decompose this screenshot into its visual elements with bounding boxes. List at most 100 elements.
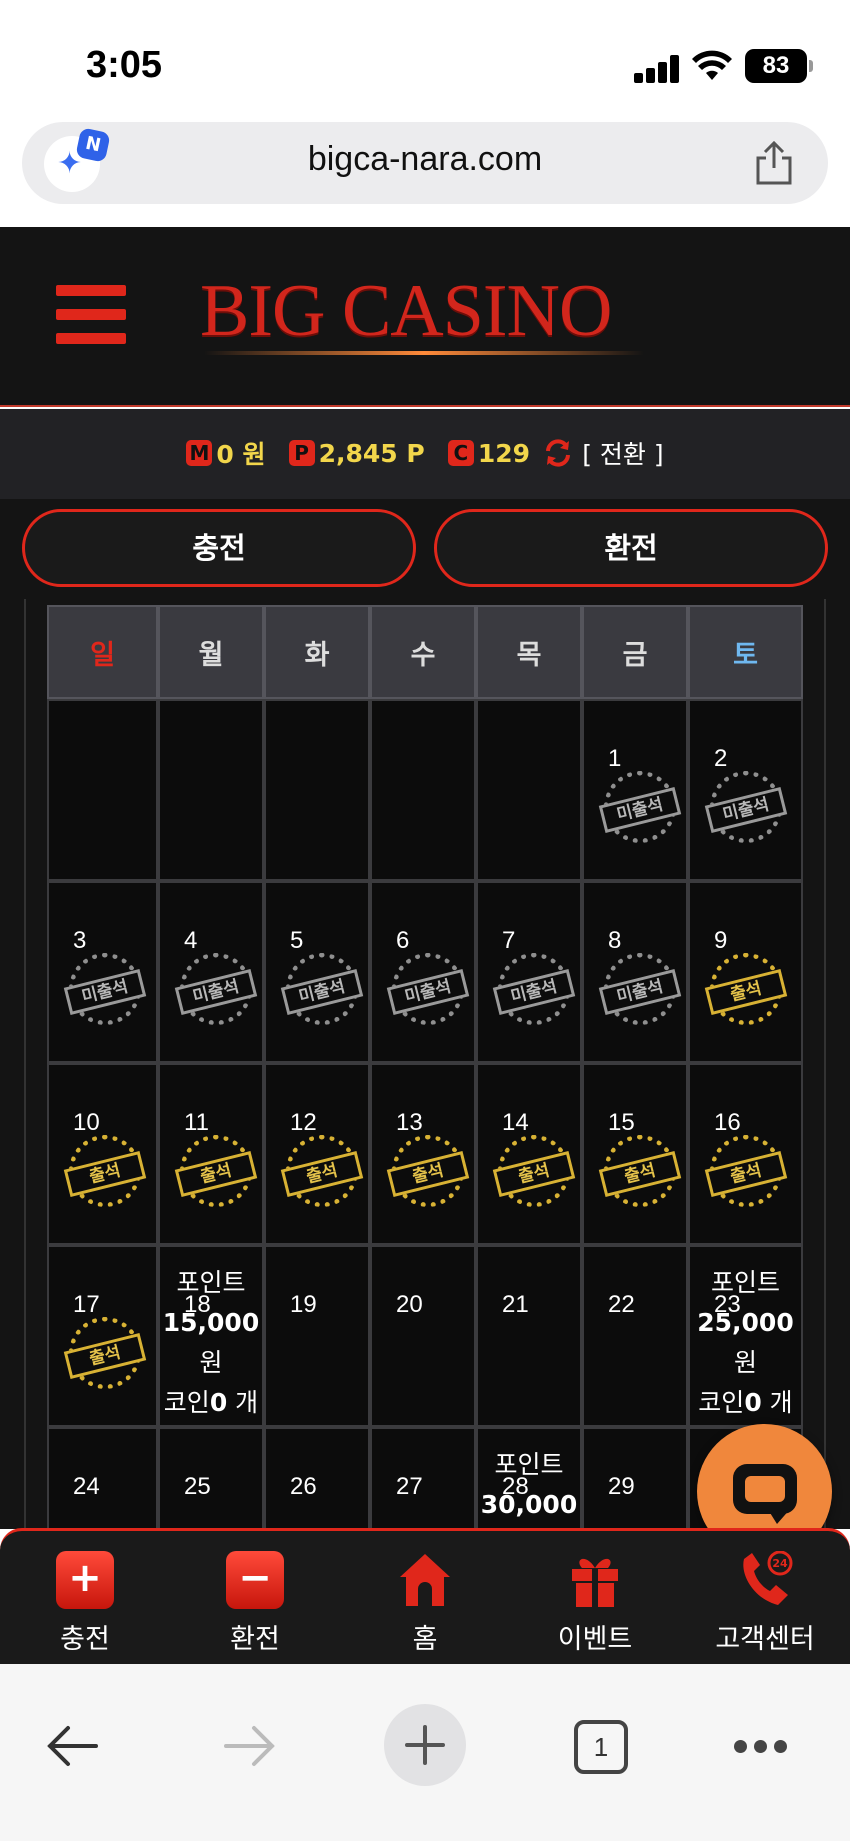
calendar-day-cell[interactable]: 11 출석 [158,1063,264,1245]
calendar-day-cell[interactable]: 16 출석 [688,1063,803,1245]
reward-point-amount: 15,000 [162,1308,260,1337]
status-time: 3:05 [86,44,163,86]
calendar-day-cell[interactable]: 7 미출석 [476,881,582,1063]
day-number: 20 [396,1291,423,1318]
stamp-label: 출석 [63,1150,147,1198]
site-header: BIG CASINO [0,227,850,407]
weekday-header: 화 [264,605,370,699]
attended-stamp-icon: 출석 [492,1135,576,1207]
stamp-label: 출석 [386,1150,470,1198]
day-number: 5 [290,927,304,954]
attendance-calendar-area: 일월화수목금토 1 미출석 2 미출석 3 미출석 4 미출석 5 미출석 6 미출석 7 미출석 8 미출석… [0,599,850,1609]
stamp-label: 출석 [704,1150,788,1198]
reward-coin-label: 코인 [698,1388,745,1417]
browser-toolbar: 1 [0,1664,850,1841]
reward-coin-line: 코인0 개 [690,1383,801,1423]
calendar-day-cell [47,699,158,881]
calendar-day-cell[interactable]: 12 출석 [264,1063,370,1245]
balance-bar: M0 원 P 2,845 P C 129 [ 전환 ] [0,409,850,499]
day-number: 7 [502,927,516,954]
nav-charge[interactable]: + 충전 [0,1531,170,1667]
day-number: 29 [608,1473,635,1500]
day-number: 14 [502,1109,529,1136]
url-text[interactable]: bigca-nara.com [22,140,828,179]
wifi-icon [692,50,732,80]
weekday-header: 금 [582,605,688,699]
attended-stamp-icon: 출석 [63,1317,147,1389]
attended-stamp-icon: 출석 [598,1135,682,1207]
nav-exchange[interactable]: − 환전 [170,1531,340,1667]
attended-stamp-icon: 출석 [174,1135,258,1207]
stamp-label: 미출석 [704,786,788,834]
refresh-icon[interactable] [543,438,573,468]
day-number: 19 [290,1291,317,1318]
calendar-day-cell[interactable]: 23 포인트 25,000 원 코인0 개 [688,1245,803,1427]
tab-switcher-button[interactable]: 1 [574,1720,628,1774]
calendar-day-cell[interactable]: 8 미출석 [582,881,688,1063]
money-balance: 0 원 [216,440,266,469]
convert-button[interactable]: [ 전환 ] [582,435,663,471]
nav-home[interactable]: 홈 [340,1531,510,1667]
calendar-day-cell[interactable]: 18 포인트 15,000 원 코인0 개 [158,1245,264,1427]
day-number: 26 [290,1473,317,1500]
coin-badge-icon: C [447,440,474,466]
nav-event[interactable]: 이벤트 [510,1531,680,1667]
calendar-day-cell[interactable]: 2 미출석 [688,699,803,881]
calendar-day-cell[interactable]: 20 [370,1245,476,1427]
day-number: 4 [184,927,198,954]
reward-coin-unit: 개 [235,1388,259,1417]
reward-won-unit: 원 [733,1348,757,1377]
menu-icon[interactable] [56,285,126,345]
calendar-day-cell[interactable]: 22 [582,1245,688,1427]
calendar-day-cell[interactable]: 14 출석 [476,1063,582,1245]
stamp-label: 미출석 [386,968,470,1016]
forward-arrow-icon[interactable] [222,1724,278,1768]
stamp-label: 미출석 [598,968,682,1016]
calendar-day-cell [264,699,370,881]
calendar-day-cell[interactable]: 6 미출석 [370,881,476,1063]
calendar-day-cell[interactable]: 19 [264,1245,370,1427]
calendar-day-cell[interactable]: 10 출석 [47,1063,158,1245]
calendar-day-cell[interactable]: 13 출석 [370,1063,476,1245]
calendar-day-cell[interactable]: 3 미출석 [47,881,158,1063]
action-row: 충전 환전 [0,499,850,599]
stamp-label: 출석 [492,1150,576,1198]
back-arrow-icon[interactable] [44,1724,100,1768]
calendar-day-cell[interactable]: 21 [476,1245,582,1427]
calendar-day-cell[interactable]: 9 출석 [688,881,803,1063]
exchange-button[interactable]: 환전 [434,509,828,587]
weekday-header-row: 일월화수목금토 [47,605,803,699]
more-menu-icon[interactable] [734,1740,788,1754]
phone-24-icon: 24 [743,1551,793,1605]
attended-stamp-icon: 출석 [704,1135,788,1207]
bottom-nav: + 충전 − 환전 홈 이벤트 24 고객센터 [0,1528,850,1664]
attended-stamp-icon: 출석 [386,1135,470,1207]
stamp-label: 미출석 [174,968,258,1016]
calendar-day-cell[interactable]: 4 미출석 [158,881,264,1063]
day-number: 10 [73,1109,100,1136]
new-tab-button[interactable] [384,1704,466,1786]
nav-support[interactable]: 24 고객센터 [680,1531,850,1667]
address-bar[interactable]: ✦ N bigca-nara.com [22,122,828,204]
calendar-day-cell[interactable]: 5 미출석 [264,881,370,1063]
share-icon[interactable] [752,140,796,186]
charge-button[interactable]: 충전 [22,509,416,587]
reward-point-amount: 30,000 [480,1490,578,1519]
reward-info: 포인트 25,000 원 코인0 개 [690,1263,801,1423]
stamp-label: 미출석 [492,968,576,1016]
calendar-day-cell [370,699,476,881]
day-number: 9 [714,927,728,954]
gift-icon [572,1558,618,1607]
calendar-day-cell[interactable]: 17 출석 [47,1245,158,1427]
reward-point-label: 포인트 [494,1450,564,1479]
calendar-day-cell[interactable]: 1 미출석 [582,699,688,881]
chat-bubble-tail [767,1508,791,1524]
plus-icon [405,1725,445,1765]
calendar-day-cell[interactable]: 15 출석 [582,1063,688,1245]
reward-point-amount: 25,000 [697,1308,794,1337]
point-badge-icon: P [288,440,315,466]
site-logo[interactable]: BIG CASINO [200,269,612,354]
home-icon [400,1554,450,1606]
day-number: 21 [502,1291,529,1318]
nav-label: 홈 [412,1624,438,1655]
